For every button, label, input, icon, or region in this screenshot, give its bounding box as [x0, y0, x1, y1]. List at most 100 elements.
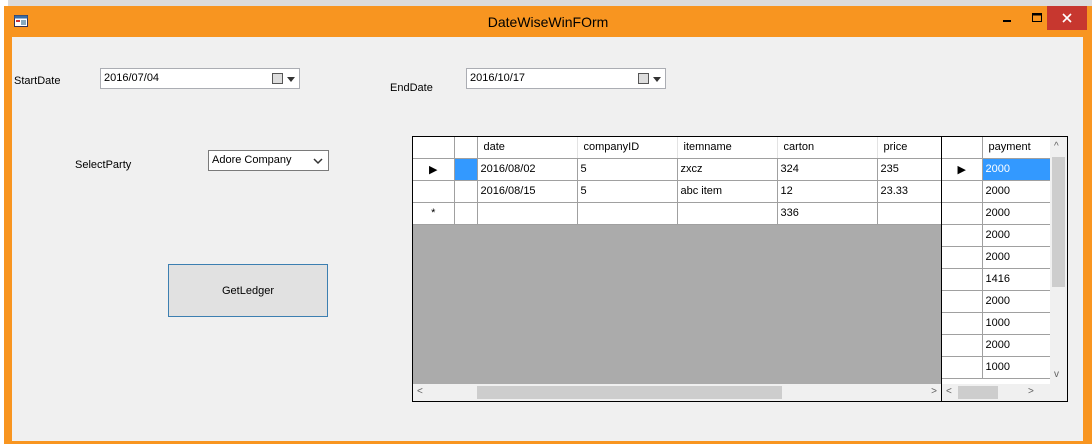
chevron-down-icon [287, 77, 295, 82]
payment-grid[interactable]: payment ▶ 2000 2000 2000 2000 2000 1416 2… [941, 136, 1068, 402]
table-row[interactable]: ▶ 2016/08/02 5 zxcz 324 235 [413, 158, 941, 181]
cell-payment[interactable]: 2000 [982, 224, 1053, 247]
payment-header-row: payment [942, 137, 1053, 159]
get-ledger-label: GetLedger [222, 285, 274, 297]
end-date-picker[interactable]: 2016/10/17 [466, 68, 666, 89]
start-date-label: StartDate [14, 75, 61, 87]
row-indicator[interactable]: * [413, 202, 455, 225]
row-indicator[interactable] [942, 356, 983, 379]
row-indicator[interactable] [942, 334, 983, 357]
table-row[interactable]: 1000 [942, 356, 1053, 379]
get-ledger-button[interactable]: GetLedger [168, 264, 328, 317]
row-indicator[interactable] [942, 268, 983, 291]
row-indicator[interactable] [942, 312, 983, 335]
table-row[interactable]: 2000 [942, 290, 1053, 313]
cell-date[interactable]: 2016/08/02 [477, 158, 578, 181]
close-button[interactable] [1047, 6, 1087, 30]
end-date-label: EndDate [390, 82, 433, 94]
scroll-left-arrow[interactable]: < [946, 386, 952, 397]
scroll-down-arrow[interactable]: v [1054, 369, 1059, 380]
table-row[interactable]: 2000 [942, 180, 1053, 203]
row-indicator[interactable] [942, 290, 983, 313]
col-header-carton[interactable]: carton [777, 137, 878, 159]
chevron-down-icon [653, 77, 661, 82]
chevron-down-icon [313, 158, 323, 165]
cell-itemname[interactable]: abc item [677, 180, 778, 203]
cell-payment[interactable]: 2000 [982, 334, 1053, 357]
row-indicator[interactable]: ▶ [413, 158, 455, 181]
cell-payment[interactable]: 1000 [982, 312, 1053, 335]
cell-companyid[interactable]: 5 [577, 158, 678, 181]
table-row[interactable]: ▶ 2000 [942, 158, 1053, 181]
selected-cell[interactable] [454, 158, 478, 181]
cell-date[interactable]: 2016/08/15 [477, 180, 578, 203]
party-select[interactable]: Adore Company [208, 150, 329, 171]
cell-date[interactable] [477, 202, 578, 225]
table-row[interactable]: 2000 [942, 224, 1053, 247]
cell-companyid[interactable] [577, 202, 678, 225]
table-row[interactable]: 1416 [942, 268, 1053, 291]
party-select-value: Adore Company [212, 154, 292, 166]
close-icon [1062, 13, 1072, 23]
cell-payment[interactable]: 1000 [982, 356, 1053, 379]
cell-payment[interactable]: 2000 [982, 202, 1053, 225]
scroll-up-arrow[interactable]: ^ [1054, 141, 1059, 152]
cell-price[interactable]: 235 [877, 158, 941, 181]
cell-price[interactable] [877, 202, 941, 225]
row-header-corner [454, 137, 478, 159]
cell-blank[interactable] [454, 202, 478, 225]
table-row[interactable]: 2000 [942, 334, 1053, 357]
col-header-companyid[interactable]: companyID [577, 137, 678, 159]
calendar-icon [638, 73, 649, 84]
cell-carton[interactable]: 336 [777, 202, 878, 225]
row-indicator[interactable] [413, 180, 455, 203]
scroll-thumb[interactable] [477, 386, 782, 399]
row-indicator[interactable] [942, 246, 983, 269]
cell-carton[interactable]: 12 [777, 180, 878, 203]
table-row[interactable]: 1000 [942, 312, 1053, 335]
cell-itemname[interactable] [677, 202, 778, 225]
table-row-new[interactable]: * 336 [413, 202, 941, 225]
scroll-right-arrow[interactable]: > [1028, 386, 1034, 397]
title-bar[interactable]: DateWiseWinFOrm [4, 6, 1092, 36]
minimize-button[interactable] [992, 6, 1022, 30]
ledger-grid[interactable]: date companyID itemname carton price ▶ 2… [412, 136, 942, 402]
cell-price[interactable]: 23.33 [877, 180, 941, 203]
cell-payment[interactable]: 2000 [982, 158, 1053, 181]
col-header-payment[interactable]: payment [982, 137, 1053, 159]
cell-payment[interactable]: 1416 [982, 268, 1053, 291]
payment-vertical-scrollbar[interactable]: ^ v [1050, 137, 1067, 384]
cell-payment[interactable]: 2000 [982, 246, 1053, 269]
row-header-corner [413, 137, 455, 159]
window-title: DateWiseWinFOrm [487, 14, 609, 30]
cell-payment[interactable]: 2000 [982, 180, 1053, 203]
row-indicator[interactable] [942, 180, 983, 203]
cell-companyid[interactable]: 5 [577, 180, 678, 203]
row-indicator[interactable] [942, 202, 983, 225]
ledger-header-row: date companyID itemname carton price [413, 137, 941, 159]
col-header-date[interactable]: date [477, 137, 578, 159]
table-row[interactable]: 2016/08/15 5 abc item 12 23.33 [413, 180, 941, 203]
cell-itemname[interactable]: zxcz [677, 158, 778, 181]
calendar-icon [272, 73, 283, 84]
cell-payment[interactable]: 2000 [982, 290, 1053, 313]
scroll-right-arrow[interactable]: > [931, 386, 937, 397]
scroll-thumb[interactable] [958, 386, 998, 399]
row-indicator[interactable] [942, 224, 983, 247]
scroll-left-arrow[interactable]: < [417, 386, 423, 397]
row-header-corner [942, 137, 983, 159]
end-date-value: 2016/10/17 [470, 72, 526, 84]
main-window: DateWiseWinFOrm StartDate 2016/07/04 End… [4, 6, 1092, 444]
col-header-price[interactable]: price [877, 137, 941, 159]
payment-horizontal-scrollbar[interactable]: < > [942, 384, 1067, 401]
payment-table: payment ▶ 2000 2000 2000 2000 2000 1416 2… [942, 137, 1053, 379]
col-header-itemname[interactable]: itemname [677, 137, 778, 159]
table-row[interactable]: 2000 [942, 246, 1053, 269]
table-row[interactable]: 2000 [942, 202, 1053, 225]
cell-carton[interactable]: 324 [777, 158, 878, 181]
scroll-thumb[interactable] [1052, 157, 1065, 287]
start-date-picker[interactable]: 2016/07/04 [100, 68, 300, 89]
cell-blank[interactable] [454, 180, 478, 203]
ledger-horizontal-scrollbar[interactable]: < > [413, 384, 941, 401]
row-indicator[interactable]: ▶ [942, 158, 983, 181]
